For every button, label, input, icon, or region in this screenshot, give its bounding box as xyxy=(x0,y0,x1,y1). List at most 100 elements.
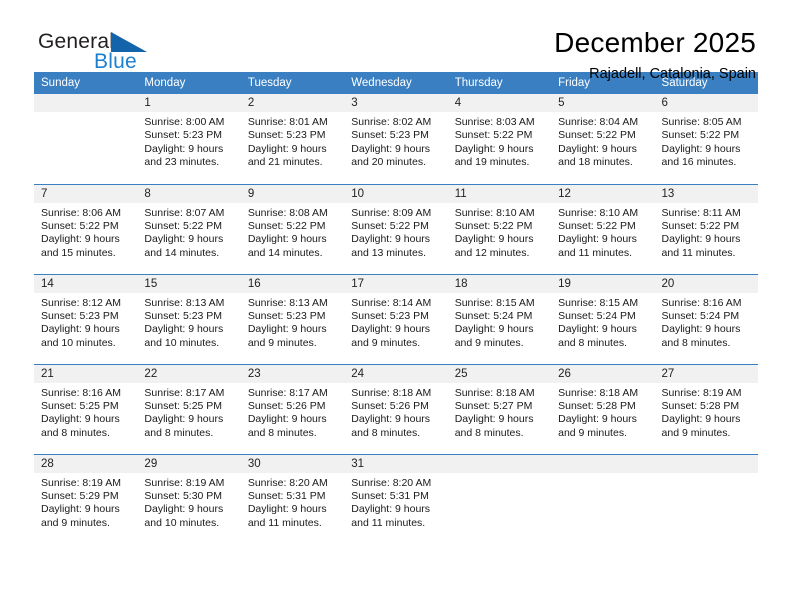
calendar-day-cell[interactable]: 8 Sunrise: 8:07 AM Sunset: 5:22 PM Daylight… xyxy=(137,183,241,274)
calendar-day-cell[interactable]: 27 Sunrise: 8:19 AM Sunset: 5:28 PM Dayligh… xyxy=(654,363,758,454)
sunset-text: Sunset: 5:31 PM xyxy=(247,489,326,502)
sunrise-text: Sunrise: 8:19 AM xyxy=(144,476,225,489)
calendar-body: 1 Sunrise: 8:00 AM Sunset: 5:23 PM Daylight… xyxy=(34,94,758,544)
day-number: 27 xyxy=(654,364,758,383)
calendar-day-cell[interactable] xyxy=(34,94,138,184)
calendar-day-cell[interactable]: 16 Sunrise: 8:13 AM Sunset: 5:23 PM Dayligh… xyxy=(240,273,345,364)
calendar-day-cell[interactable]: 9 Sunrise: 8:08 AM Sunset: 5:22 PM Daylight… xyxy=(240,183,345,274)
daylight-text-cont: and 14 minutes. xyxy=(144,246,220,259)
calendar-day-cell[interactable]: 14 Sunrise: 8:12 AM Sunset: 5:23 PM Dayligh… xyxy=(34,273,138,364)
sunrise-text: Sunrise: 8:00 AM xyxy=(144,116,225,128)
day-number: 10 xyxy=(344,184,448,203)
calendar-day-cell[interactable]: 28 Sunrise: 8:19 AM Sunset: 5:29 PM Dayligh… xyxy=(34,453,138,544)
sunrise-text: Sunrise: 8:07 AM xyxy=(144,206,225,219)
day-number: 16 xyxy=(240,274,345,293)
calendar-day-cell[interactable]: 7 Sunrise: 8:06 AM Sunset: 5:22 PM Daylight… xyxy=(34,183,138,274)
calendar-day-cell[interactable]: 29 Sunrise: 8:19 AM Sunset: 5:30 PM Dayligh… xyxy=(137,453,241,544)
sunrise-text: Sunrise: 8:10 AM xyxy=(558,206,639,219)
daylight-text-cont: and 10 minutes. xyxy=(144,516,220,529)
calendar-day-cell[interactable]: 10 Sunrise: 8:09 AM Sunset: 5:22 PM Dayligh… xyxy=(344,183,448,274)
calendar-day-cell[interactable]: 31 Sunrise: 8:20 AM Sunset: 5:31 PM Dayligh… xyxy=(344,453,448,544)
day-number: 9 xyxy=(240,184,345,203)
daylight-text-cont: and 14 minutes. xyxy=(247,246,323,259)
sunset-text: Sunset: 5:25 PM xyxy=(41,399,119,412)
daylight-text: Daylight: 9 hours xyxy=(558,323,637,336)
day-number: 24 xyxy=(344,364,448,383)
sunrise-text: Sunrise: 8:18 AM xyxy=(558,386,639,399)
daylight-text-cont: and 21 minutes. xyxy=(247,156,323,169)
weekday-header-thursday: Thursday xyxy=(447,72,552,94)
page-header: General Blue December 2025 Rajadell, Cat… xyxy=(34,0,758,82)
calendar-day-cell[interactable]: 18 Sunrise: 8:15 AM Sunset: 5:24 PM Dayligh… xyxy=(447,273,552,364)
calendar-day-cell[interactable]: 12 Sunrise: 8:10 AM Sunset: 5:22 PM Dayligh… xyxy=(551,183,655,274)
daylight-text: Daylight: 9 hours xyxy=(144,142,224,155)
daylight-text: Daylight: 9 hours xyxy=(454,323,534,336)
daylight-text-cont: and 11 minutes. xyxy=(558,246,633,259)
calendar-day-cell[interactable]: 4 Sunrise: 8:03 AM Sunset: 5:22 PM Daylight… xyxy=(447,94,552,184)
sunset-text: Sunset: 5:29 PM xyxy=(41,489,119,502)
calendar-day-cell[interactable]: 3 Sunrise: 8:02 AM Sunset: 5:23 PM Daylight… xyxy=(344,94,448,184)
sunset-text: Sunset: 5:22 PM xyxy=(558,129,636,142)
sunrise-text: Sunrise: 8:15 AM xyxy=(454,296,535,309)
sunrise-text: Sunrise: 8:03 AM xyxy=(454,116,535,128)
sunset-text: Sunset: 5:22 PM xyxy=(661,129,740,142)
daylight-text: Daylight: 9 hours xyxy=(661,233,741,246)
calendar-day-cell[interactable]: 15 Sunrise: 8:13 AM Sunset: 5:23 PM Dayligh… xyxy=(137,273,241,364)
calendar-day-cell[interactable]: 19 Sunrise: 8:15 AM Sunset: 5:24 PM Dayligh… xyxy=(551,273,655,364)
daylight-text: Daylight: 9 hours xyxy=(454,413,534,426)
day-number: 17 xyxy=(344,274,448,293)
calendar-day-cell[interactable]: 24 Sunrise: 8:18 AM Sunset: 5:26 PM Dayligh… xyxy=(344,363,448,454)
sunrise-text: Sunrise: 8:13 AM xyxy=(144,296,225,309)
calendar-day-cell[interactable]: 21 Sunrise: 8:16 AM Sunset: 5:25 PM Dayligh… xyxy=(34,363,138,454)
sunset-text: Sunset: 5:24 PM xyxy=(661,309,740,322)
daylight-text-cont: and 12 minutes. xyxy=(454,246,530,259)
daylight-text: Daylight: 9 hours xyxy=(558,142,637,155)
daylight-text-cont: and 16 minutes. xyxy=(661,156,737,169)
logo-triangle-icon xyxy=(111,32,147,52)
sunrise-text: Sunrise: 8:05 AM xyxy=(661,116,742,128)
day-number: 28 xyxy=(34,454,138,473)
calendar-day-cell[interactable]: 25 Sunrise: 8:18 AM Sunset: 5:27 PM Dayligh… xyxy=(447,363,552,454)
sunset-text: Sunset: 5:23 PM xyxy=(144,129,223,142)
calendar-day-cell[interactable]: 6 Sunrise: 8:05 AM Sunset: 5:22 PM Daylight… xyxy=(654,94,758,184)
calendar-week-row: 7 Sunrise: 8:06 AM Sunset: 5:22 PM Daylight… xyxy=(34,183,758,274)
calendar-day-cell[interactable]: 22 Sunrise: 8:17 AM Sunset: 5:25 PM Dayligh… xyxy=(137,363,241,454)
general-blue-logo[interactable]: General Blue xyxy=(38,26,168,80)
daylight-text: Daylight: 9 hours xyxy=(661,142,741,155)
calendar-day-cell[interactable]: 23 Sunrise: 8:17 AM Sunset: 5:26 PM Dayligh… xyxy=(240,363,345,454)
sunrise-text: Sunrise: 8:01 AM xyxy=(247,116,328,128)
calendar-day-cell[interactable]: 17 Sunrise: 8:14 AM Sunset: 5:23 PM Dayligh… xyxy=(344,273,448,364)
sunset-text: Sunset: 5:24 PM xyxy=(558,309,636,322)
calendar-day-cell[interactable]: 11 Sunrise: 8:10 AM Sunset: 5:22 PM Dayligh… xyxy=(447,183,552,274)
daylight-text: Daylight: 9 hours xyxy=(144,323,224,336)
calendar-day-cell[interactable]: 30 Sunrise: 8:20 AM Sunset: 5:31 PM Dayligh… xyxy=(240,453,345,544)
calendar-day-cell[interactable]: 26 Sunrise: 8:18 AM Sunset: 5:28 PM Dayligh… xyxy=(551,363,655,454)
sunrise-text: Sunrise: 8:08 AM xyxy=(247,206,328,219)
daylight-text-cont: and 11 minutes. xyxy=(351,516,426,529)
sunrise-text: Sunrise: 8:11 AM xyxy=(661,206,741,219)
calendar-day-cell[interactable] xyxy=(447,453,552,544)
calendar-day-cell[interactable] xyxy=(654,453,758,544)
daylight-text: Daylight: 9 hours xyxy=(144,503,224,516)
sunrise-text: Sunrise: 8:04 AM xyxy=(558,116,639,128)
calendar-day-cell[interactable]: 20 Sunrise: 8:16 AM Sunset: 5:24 PM Dayligh… xyxy=(654,273,758,364)
sunset-text: Sunset: 5:24 PM xyxy=(454,309,533,322)
sunset-text: Sunset: 5:23 PM xyxy=(247,129,326,142)
daylight-text-cont: and 10 minutes. xyxy=(144,336,220,349)
daylight-text: Daylight: 9 hours xyxy=(144,413,224,426)
sunset-text: Sunset: 5:28 PM xyxy=(661,399,740,412)
sunset-text: Sunset: 5:23 PM xyxy=(351,309,429,322)
daylight-text: Daylight: 9 hours xyxy=(351,142,431,155)
calendar-day-cell[interactable] xyxy=(551,453,655,544)
daylight-text-cont: and 8 minutes. xyxy=(454,426,524,439)
daylight-text-cont: and 13 minutes. xyxy=(351,246,426,259)
day-number: 6 xyxy=(654,94,758,112)
calendar-day-cell[interactable]: 2 Sunrise: 8:01 AM Sunset: 5:23 PM Daylight… xyxy=(240,94,345,184)
day-number: 4 xyxy=(447,94,552,112)
calendar-day-cell[interactable]: 13 Sunrise: 8:11 AM Sunset: 5:22 PM Dayligh… xyxy=(654,183,758,274)
day-number: 5 xyxy=(551,94,655,112)
daylight-text-cont: and 9 minutes. xyxy=(661,426,731,439)
sunset-text: Sunset: 5:25 PM xyxy=(144,399,223,412)
calendar-day-cell[interactable]: 5 Sunrise: 8:04 AM Sunset: 5:22 PM Daylight… xyxy=(551,94,655,184)
calendar-day-cell[interactable]: 1 Sunrise: 8:00 AM Sunset: 5:23 PM Daylight… xyxy=(137,94,241,184)
